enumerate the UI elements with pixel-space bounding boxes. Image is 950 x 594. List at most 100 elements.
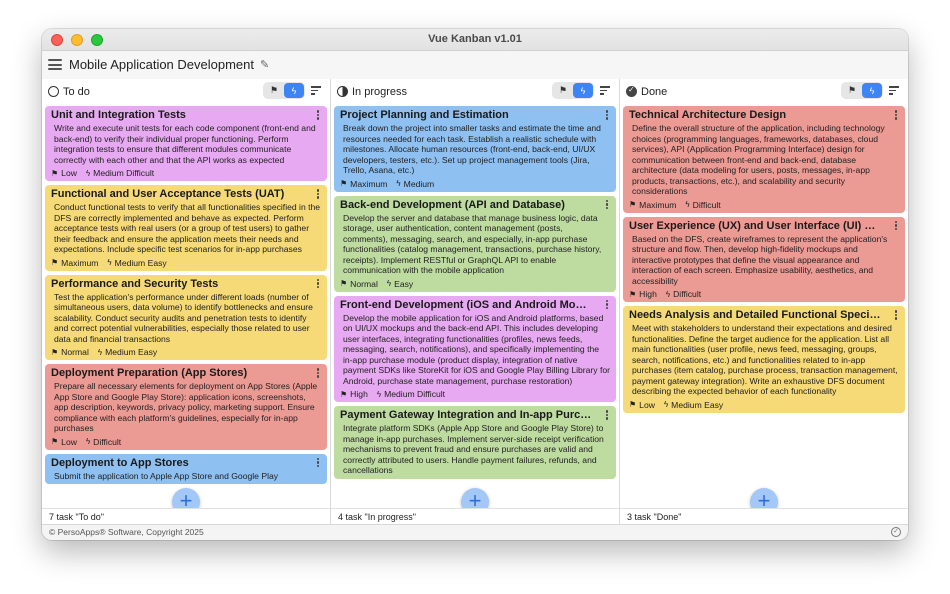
flag-filter-button[interactable]: ⚑ — [264, 83, 284, 98]
task-card[interactable]: Deployment to App Stores Submit the appli… — [45, 453, 327, 484]
difficulty-label: Difficult — [673, 289, 702, 299]
priority-indicator: ⚑ Maximum — [51, 258, 98, 268]
priority-label: Normal — [350, 278, 378, 289]
more-vertical-icon[interactable] — [314, 278, 322, 290]
card-list[interactable]: Project Planning and Estimation Break dow… — [331, 106, 619, 507]
bolt-icon: ϟ — [85, 437, 91, 446]
bolt-filter-button[interactable]: ϟ — [573, 83, 593, 98]
priority-label: High — [350, 389, 368, 399]
priority-label: Low — [61, 168, 77, 178]
task-description: Based on the DFS, create wireframes to r… — [632, 233, 888, 286]
pencil-icon[interactable]: ✎ — [260, 58, 269, 71]
flag-icon: ⚑ — [51, 347, 59, 357]
more-vertical-icon[interactable] — [603, 409, 611, 421]
task-card[interactable]: Payment Gateway Integration and In-app P… — [334, 406, 616, 479]
priority-indicator: ⚑ Low — [51, 168, 77, 178]
task-card[interactable]: User Experience (UX) and User Interface … — [623, 216, 905, 302]
filter-toggle: ⚑ ϟ — [552, 82, 594, 99]
bolt-filter-button[interactable]: ϟ — [284, 83, 304, 98]
column-footer: 4 task "In progress" — [331, 508, 619, 524]
priority-label: Maximum — [61, 257, 99, 268]
column-done: Done ⚑ ϟ Technical Architecture Design De… — [620, 79, 908, 524]
task-card[interactable]: Back-end Development (API and Database) D… — [334, 195, 616, 292]
column-header: To do ⚑ ϟ — [42, 79, 330, 104]
bolt-icon: ϟ — [685, 200, 690, 209]
filter-toggle: ⚑ ϟ — [263, 82, 305, 99]
bolt-icon: ϟ — [663, 400, 669, 409]
difficulty-indicator: ϟ Easy — [387, 279, 413, 289]
priority-indicator: ⚑ Maximum — [340, 179, 387, 189]
more-vertical-icon[interactable] — [603, 299, 611, 311]
hamburger-icon[interactable] — [48, 59, 62, 70]
column-tools: ⚑ ϟ — [841, 82, 902, 99]
flag-icon: ⚑ — [629, 400, 637, 409]
priority-label: Maximum — [639, 199, 677, 210]
bolt-icon: ϟ — [386, 279, 392, 288]
column-tools: ⚑ ϟ — [263, 82, 324, 99]
column-footer: 7 task "To do" — [42, 508, 330, 524]
task-card[interactable]: Front-end Development (iOS and Android M… — [334, 295, 616, 402]
difficulty-label: Medium Easy — [105, 347, 158, 357]
column-title: To do — [63, 85, 90, 98]
more-vertical-icon[interactable] — [603, 109, 611, 121]
task-meta: ⚑ Low ϟ Difficult — [51, 437, 321, 447]
task-card[interactable]: Technical Architecture Design Define the … — [623, 106, 905, 213]
task-title: Performance and Security Tests — [51, 277, 219, 290]
task-title: Needs Analysis and Detailed Functional S… — [629, 309, 899, 321]
task-card[interactable]: Performance and Security Tests Test the a… — [45, 274, 327, 360]
more-vertical-icon[interactable] — [603, 199, 611, 211]
task-meta: ⚑ Normal ϟ Easy — [340, 279, 610, 289]
priority-indicator: ⚑ Low — [629, 400, 655, 410]
task-card[interactable]: Needs Analysis and Detailed Functional S… — [623, 306, 905, 413]
task-card[interactable]: Deployment Preparation (App Stores) Prepa… — [45, 364, 327, 450]
sort-icon[interactable] — [886, 83, 902, 98]
bolt-icon: ϟ — [97, 347, 103, 357]
column-footer: 3 task "Done" — [620, 508, 908, 524]
task-card[interactable]: Unit and Integration Tests Write and exec… — [45, 106, 327, 181]
bolt-icon: ϟ — [376, 389, 382, 399]
task-meta: ⚑ High ϟ Medium Difficult — [340, 389, 610, 399]
more-vertical-icon[interactable] — [314, 109, 322, 121]
more-vertical-icon[interactable] — [892, 220, 900, 232]
difficulty-label: Difficult — [93, 436, 122, 447]
more-vertical-icon[interactable] — [314, 457, 322, 469]
flag-filter-button[interactable]: ⚑ — [553, 83, 573, 98]
filter-toggle: ⚑ ϟ — [841, 82, 883, 99]
status-check-icon[interactable]: ✓ — [891, 527, 901, 537]
difficulty-label: Medium Difficult — [93, 168, 155, 178]
priority-label: Low — [61, 436, 77, 447]
card-list[interactable]: Unit and Integration Tests Write and exec… — [42, 106, 330, 507]
sort-icon[interactable] — [597, 83, 613, 98]
task-title: Project Planning and Estimation — [340, 109, 509, 121]
task-description: Prepare all necessary elements for deplo… — [54, 381, 318, 433]
column-title: Done — [641, 85, 668, 98]
more-vertical-icon[interactable] — [892, 109, 900, 121]
bolt-icon: ϟ — [665, 289, 671, 299]
difficulty-indicator: ϟ Difficult — [86, 437, 121, 447]
priority-indicator: ⚑ High — [629, 289, 657, 299]
task-card[interactable]: Functional and User Acceptance Tests (UA… — [45, 185, 327, 271]
column-header: Done ⚑ ϟ — [620, 79, 908, 104]
priority-indicator: ⚑ Low — [51, 437, 77, 447]
flag-icon: ⚑ — [51, 168, 59, 178]
flag-filter-button[interactable]: ⚑ — [842, 83, 862, 98]
task-title: Back-end Development (API and Database) — [340, 198, 565, 211]
difficulty-indicator: ϟ Medium Easy — [98, 347, 157, 357]
more-vertical-icon[interactable] — [892, 309, 900, 321]
sort-icon[interactable] — [308, 83, 324, 98]
card-list[interactable]: Technical Architecture Design Define the … — [620, 106, 908, 507]
task-meta: ⚑ High ϟ Difficult — [629, 289, 899, 299]
task-card[interactable]: Project Planning and Estimation Break dow… — [334, 106, 616, 192]
task-meta: ⚑ Normal ϟ Medium Easy — [51, 347, 321, 357]
priority-indicator: ⚑ Maximum — [629, 200, 676, 210]
bolt-filter-button[interactable]: ϟ — [862, 83, 882, 98]
flag-icon: ⚑ — [340, 389, 348, 399]
column-tools: ⚑ ϟ — [552, 82, 613, 99]
more-vertical-icon[interactable] — [314, 367, 322, 379]
app-bar: Mobile Application Development ✎ — [42, 51, 908, 78]
more-vertical-icon[interactable] — [314, 188, 322, 200]
priority-label: Maximum — [350, 178, 388, 189]
difficulty-indicator: ϟ Medium Easy — [107, 258, 166, 268]
difficulty-label: Medium — [403, 178, 435, 189]
difficulty-label: Medium Easy — [671, 399, 724, 410]
